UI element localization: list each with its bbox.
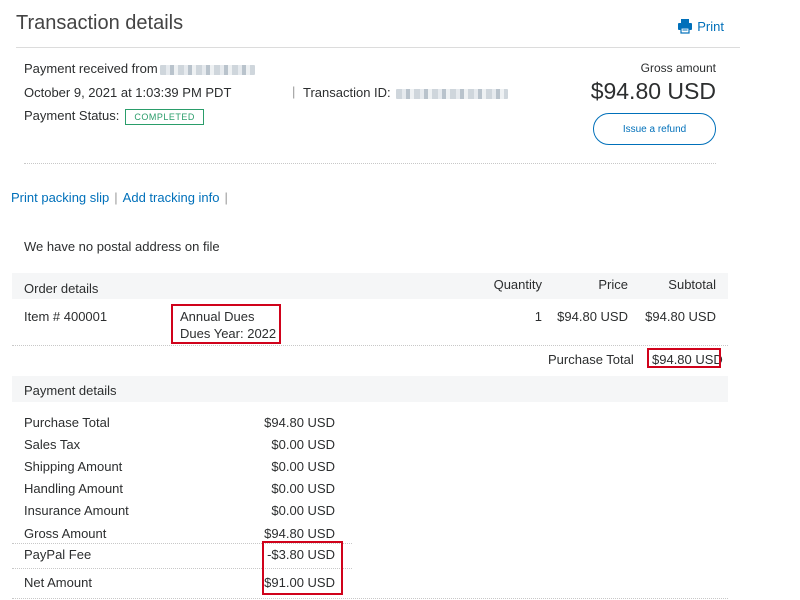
id-separator: | xyxy=(292,84,296,99)
subtotal-column-header: Subtotal xyxy=(668,277,716,292)
highlight-fee-and-net xyxy=(262,541,343,595)
print-button[interactable]: Print xyxy=(677,18,724,34)
gross-amount-value: $94.80 USD xyxy=(590,78,716,104)
payment-details-label: Payment details xyxy=(24,383,117,398)
redacted-payer-name xyxy=(159,64,255,75)
link-separator: | xyxy=(224,190,228,205)
item-quantity: 1 xyxy=(534,309,542,324)
payment-row-label: Purchase Total xyxy=(24,415,110,430)
payment-row-label: Gross Amount xyxy=(24,526,107,541)
gross-amount-label: Gross amount xyxy=(640,61,716,75)
item-number: Item # 400001 xyxy=(24,309,108,324)
payment-row-value: $0.00 USD xyxy=(271,437,335,452)
transaction-id-label: Transaction ID: xyxy=(303,85,391,100)
link-separator: | xyxy=(114,190,118,205)
header-divider xyxy=(16,47,740,48)
payment-row-value: $0.00 USD xyxy=(271,459,335,474)
highlight-item-description xyxy=(171,304,281,344)
transaction-id-line: Transaction ID: xyxy=(303,85,509,100)
print-packing-slip-link[interactable]: Print packing slip xyxy=(11,190,109,205)
payment-row-label: Insurance Amount xyxy=(24,503,129,518)
item-divider xyxy=(12,345,728,346)
print-label: Print xyxy=(697,18,724,34)
payment-row-label: PayPal Fee xyxy=(24,547,92,562)
payment-row-value: $94.80 USD xyxy=(264,526,335,541)
quantity-column-header: Quantity xyxy=(493,277,542,292)
payment-status-label: Payment Status: xyxy=(24,108,120,123)
payment-row-label: Sales Tax xyxy=(24,437,81,452)
summary-divider xyxy=(24,163,716,164)
price-column-header: Price xyxy=(598,277,628,292)
payment-row-label: Net Amount xyxy=(24,575,92,590)
issue-refund-button[interactable]: Issue a refund xyxy=(593,113,716,145)
order-details-label: Order details xyxy=(24,281,99,296)
highlight-purchase-total xyxy=(647,348,721,368)
purchase-total-label: Purchase Total xyxy=(548,352,634,367)
action-links: Print packing slip | Add tracking info | xyxy=(11,190,233,205)
address-note: We have no postal address on file xyxy=(24,239,220,254)
redacted-transaction-id xyxy=(396,88,509,99)
payment-row-label: Handling Amount xyxy=(24,481,124,496)
payment-row-value: $94.80 USD xyxy=(264,415,335,430)
item-subtotal: $94.80 USD xyxy=(645,309,716,324)
page-title: Transaction details xyxy=(16,12,184,34)
add-tracking-info-link[interactable]: Add tracking info xyxy=(123,190,220,205)
transaction-date: October 9, 2021 at 1:03:39 PM PDT xyxy=(24,85,232,100)
payment-details-header xyxy=(12,376,728,402)
bottom-divider xyxy=(12,598,728,599)
printer-icon xyxy=(678,19,693,34)
status-badge: COMPLETED xyxy=(125,109,204,125)
payment-row-value: $0.00 USD xyxy=(271,503,335,518)
payment-row-value: $0.00 USD xyxy=(271,481,335,496)
payment-row-label: Shipping Amount xyxy=(24,459,123,474)
payment-received-label: Payment received from xyxy=(24,61,158,76)
payment-received-line: Payment received from xyxy=(24,61,255,76)
payment-status-line: Payment Status: COMPLETED xyxy=(24,108,204,125)
item-price: $94.80 USD xyxy=(557,309,628,324)
